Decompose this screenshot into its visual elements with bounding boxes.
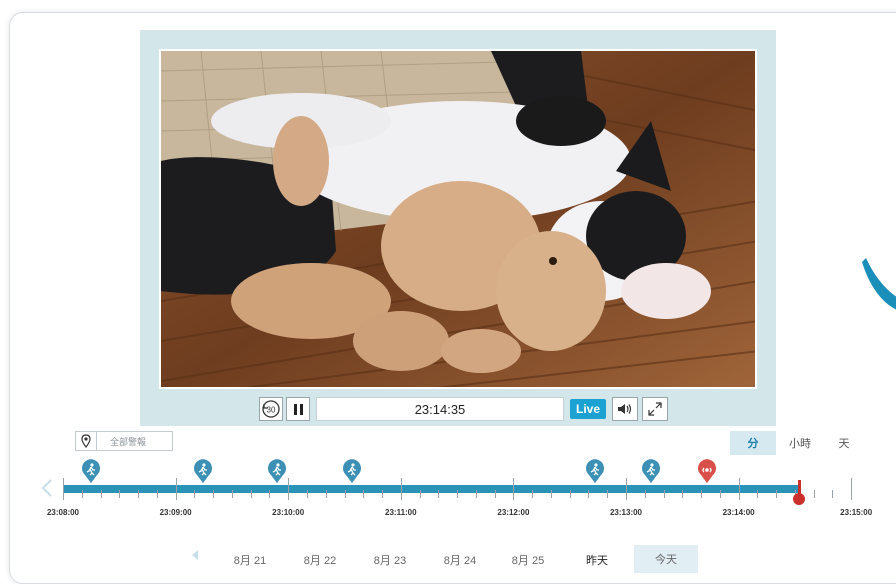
day-today-label: 今天 xyxy=(655,554,677,566)
motion-event-marker[interactable] xyxy=(81,458,101,484)
svg-text:30: 30 xyxy=(267,406,276,415)
motion-alert-icon xyxy=(642,459,660,483)
triangle-left-icon xyxy=(192,550,198,560)
day-item[interactable]: 8月 22 xyxy=(304,552,336,568)
day-item[interactable]: 8月 23 xyxy=(374,552,406,568)
motion-event-marker[interactable] xyxy=(342,458,362,484)
day-item[interactable]: 8月 24 xyxy=(444,552,476,568)
day-item[interactable]: 8月 25 xyxy=(512,552,544,568)
zoom-hour-tab[interactable]: 小時 xyxy=(782,431,818,455)
motion-event-marker[interactable] xyxy=(193,458,213,484)
decorative-swoosh xyxy=(862,240,896,320)
zoom-day-tab[interactable]: 天 xyxy=(830,431,858,455)
day-yesterday[interactable]: 昨天 xyxy=(586,552,608,568)
player-controls: 30 23:14:35 Live xyxy=(256,397,668,423)
motion-alert-icon xyxy=(194,459,212,483)
pause-button[interactable] xyxy=(286,397,310,421)
rewind-icon: 30 xyxy=(262,400,280,418)
fullscreen-icon xyxy=(648,402,662,416)
chevron-left-icon xyxy=(41,479,52,497)
motion-event-marker[interactable] xyxy=(267,458,287,484)
alert-filter-label: 全部警報 xyxy=(110,437,147,447)
timeline-prev-arrow[interactable] xyxy=(40,478,54,498)
motion-alert-icon xyxy=(82,459,100,483)
day-today[interactable]: 今天 xyxy=(634,545,698,573)
alert-filter[interactable]: 全部警報 xyxy=(75,431,173,451)
current-time: 23:14:35 xyxy=(414,401,466,417)
motion-alert-icon xyxy=(343,459,361,483)
motion-alert-icon xyxy=(586,459,604,483)
day-item[interactable]: 8月 21 xyxy=(234,552,266,568)
fullscreen-button[interactable] xyxy=(642,397,668,421)
motion-alert-icon xyxy=(268,459,286,483)
motion-event-marker[interactable] xyxy=(641,458,661,484)
days-prev-arrow[interactable] xyxy=(190,548,200,562)
location-pin-icon xyxy=(76,432,97,450)
sound-event-marker[interactable] xyxy=(697,458,717,484)
pause-icon xyxy=(293,403,303,415)
speaker-icon xyxy=(618,404,632,414)
live-button[interactable]: Live xyxy=(570,399,606,419)
volume-button[interactable] xyxy=(612,397,638,421)
sound-alert-icon xyxy=(698,459,716,483)
zoom-minute-tab[interactable]: 分 xyxy=(730,431,776,455)
time-display: 23:14:35 xyxy=(316,397,564,421)
rewind-30-button[interactable]: 30 xyxy=(259,397,283,421)
motion-event-marker[interactable] xyxy=(585,458,605,484)
video-feed[interactable] xyxy=(159,49,757,389)
